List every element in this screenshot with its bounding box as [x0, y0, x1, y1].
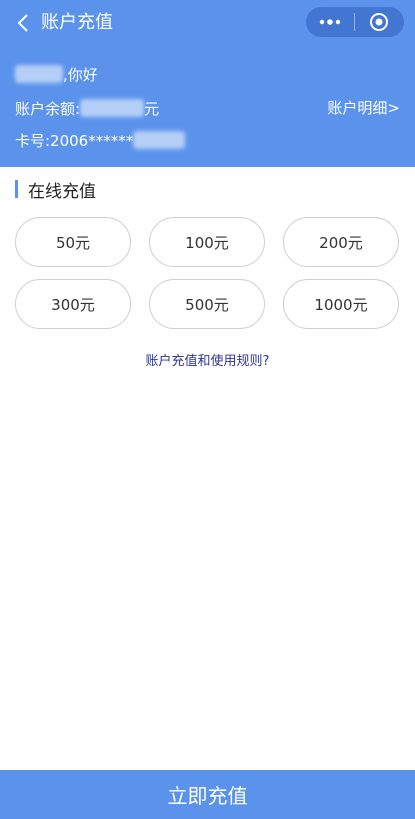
- balance-unit: 元: [144, 99, 160, 118]
- balance-value-redacted: [80, 99, 145, 117]
- account-balance: 账户余额: 元: [15, 97, 159, 119]
- more-button[interactable]: [306, 7, 354, 37]
- online-recharge-heading: 在线充值: [15, 178, 96, 202]
- target-circle-icon: [370, 13, 388, 31]
- mini-program-capsule: [306, 7, 404, 37]
- amount-option-1000[interactable]: 1000元: [283, 279, 399, 329]
- amount-option-200[interactable]: 200元: [283, 217, 399, 267]
- balance-label: 账户余额:: [15, 99, 81, 118]
- amount-option-50[interactable]: 50元: [15, 217, 131, 267]
- recharge-rules-link[interactable]: 账户充值和使用规则?: [0, 350, 415, 369]
- section-title-text: 在线充值: [28, 181, 96, 202]
- greeting-text: ,你好: [63, 65, 98, 84]
- recharge-now-button[interactable]: 立即充值: [0, 770, 415, 819]
- user-name-redacted: [15, 65, 63, 83]
- card-number-label: 卡号:2006******: [15, 131, 134, 150]
- amount-option-100[interactable]: 100元: [149, 217, 265, 267]
- close-mini-program-button[interactable]: [355, 7, 403, 37]
- back-button[interactable]: [12, 12, 34, 34]
- more-dots-icon: [319, 19, 341, 25]
- back-arrow-icon: [17, 14, 28, 32]
- account-detail-link[interactable]: 账户明细>: [327, 97, 400, 119]
- page-title: 账户充值: [41, 12, 113, 33]
- greeting: ,你好: [15, 63, 98, 85]
- amount-option-500[interactable]: 500元: [149, 279, 265, 329]
- amount-option-300[interactable]: 300元: [15, 279, 131, 329]
- account-header: 账户充值 ,你好 账户余额: 元 账户明细> 卡号:2006******: [0, 0, 415, 167]
- card-number-redacted: [133, 131, 186, 149]
- card-number: 卡号:2006******: [15, 129, 186, 151]
- section-accent-bar: [15, 180, 18, 198]
